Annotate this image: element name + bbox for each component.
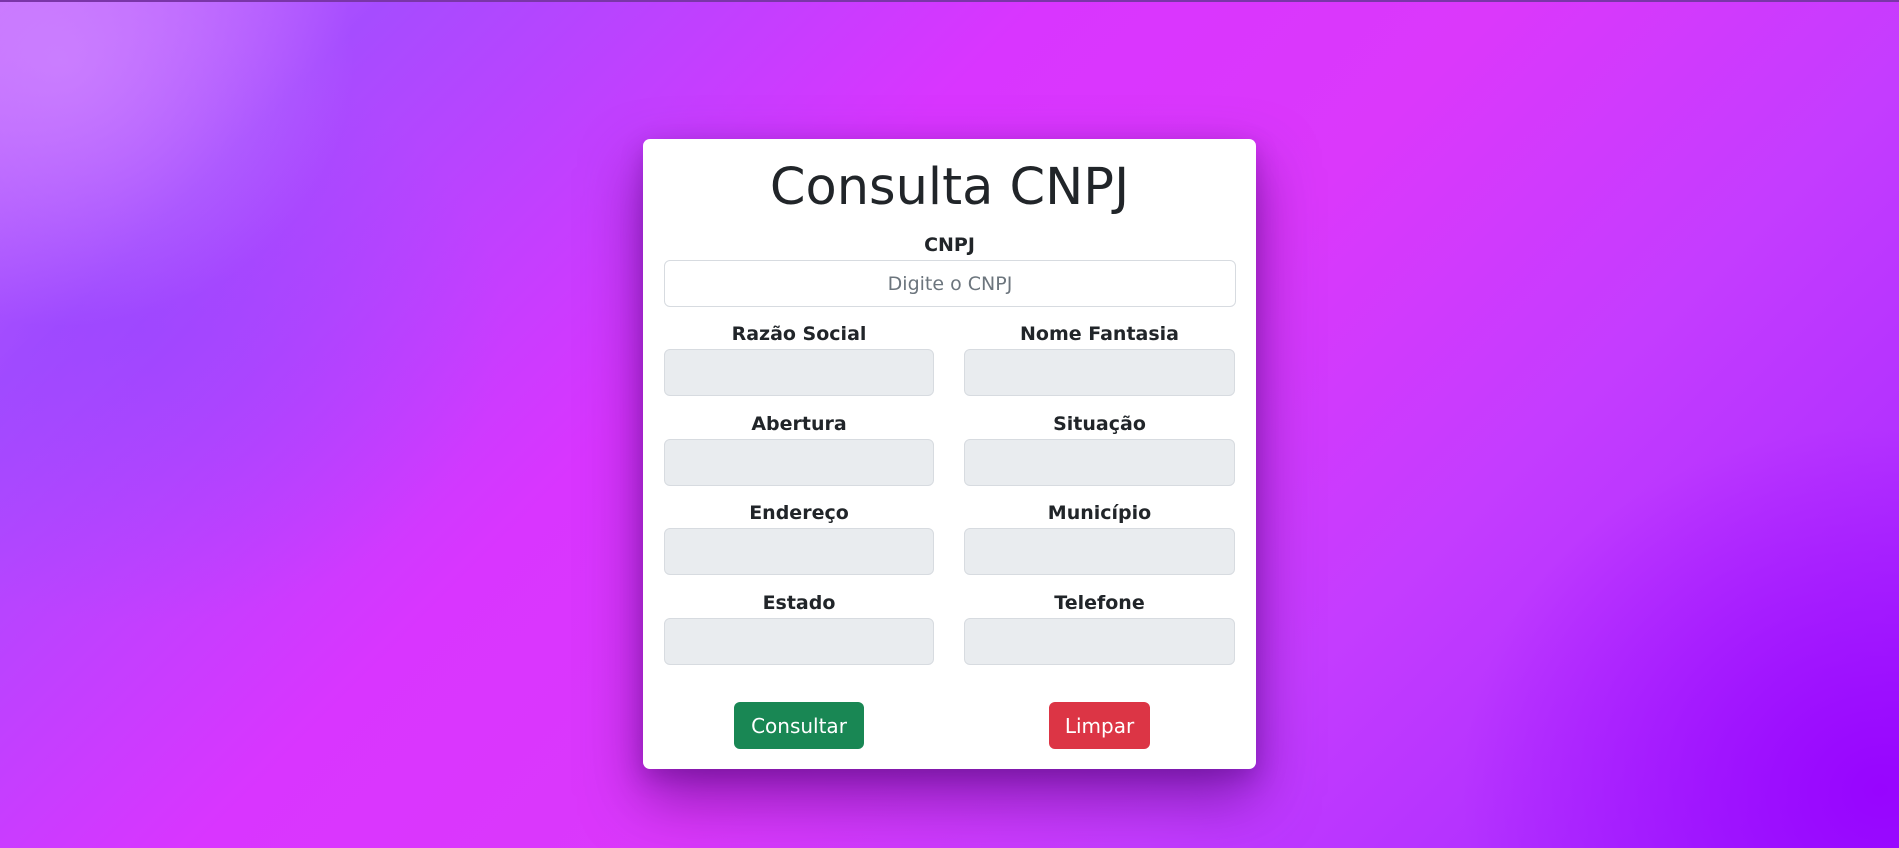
razao-social-label: Razão Social [731, 323, 867, 345]
page-title: Consulta CNPJ [769, 158, 1130, 217]
municipio-label: Município [1047, 502, 1152, 524]
situacao-label: Situação [1053, 413, 1146, 435]
nome-fantasia-label: Nome Fantasia [1019, 323, 1179, 345]
consultar-button[interactable]: Consultar [734, 702, 864, 749]
abertura-field[interactable] [664, 439, 934, 486]
razao-social-field[interactable] [664, 349, 934, 396]
cnpj-input[interactable] [664, 260, 1236, 307]
abertura-label: Abertura [751, 413, 847, 435]
cnpj-label: CNPJ [924, 234, 975, 256]
consulta-cnpj-card: Consulta CNPJ CNPJ Razão Social Nome Fan… [643, 139, 1256, 769]
top-border-line [0, 0, 1899, 2]
situacao-field[interactable] [964, 439, 1235, 486]
telefone-field[interactable] [964, 618, 1235, 665]
telefone-label: Telefone [1054, 592, 1145, 614]
municipio-field[interactable] [964, 528, 1235, 575]
estado-field[interactable] [664, 618, 934, 665]
estado-label: Estado [762, 592, 836, 614]
limpar-button[interactable]: Limpar [1049, 702, 1150, 749]
nome-fantasia-field[interactable] [964, 349, 1235, 396]
endereco-field[interactable] [664, 528, 934, 575]
endereco-label: Endereço [749, 502, 849, 524]
